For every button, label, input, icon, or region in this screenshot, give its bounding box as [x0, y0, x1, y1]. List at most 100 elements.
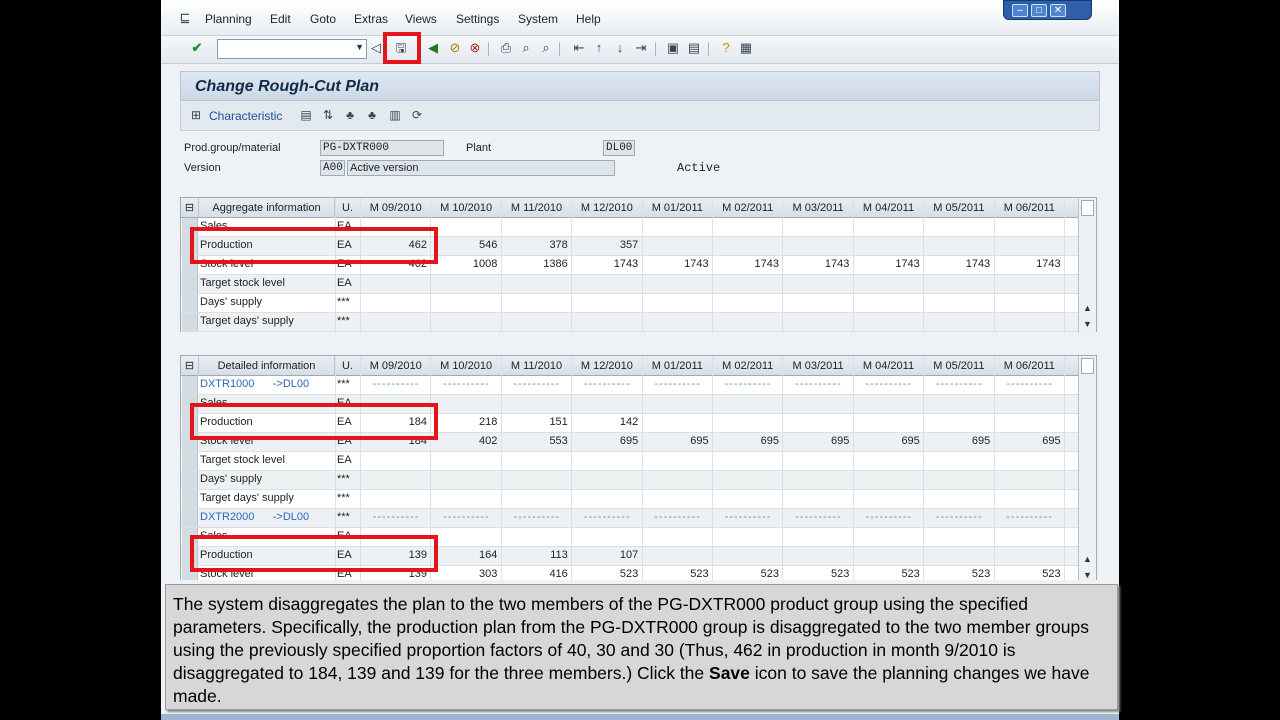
row-selector[interactable] — [182, 294, 198, 312]
value-cell[interactable]: 523 — [924, 568, 990, 580]
month-header[interactable]: M 06/2011 — [995, 198, 1065, 218]
value-cell[interactable]: 695 — [995, 435, 1060, 447]
month-header[interactable]: M 10/2010 — [431, 356, 502, 376]
scrollbar-thumb[interactable] — [1081, 200, 1094, 216]
value-cell[interactable]: 1743 — [783, 258, 849, 270]
characteristic-button[interactable]: Characteristic — [209, 109, 282, 123]
vertical-scrollbar[interactable]: ▲ ▼ — [1078, 198, 1096, 333]
back-icon[interactable]: ◀ — [425, 40, 441, 56]
value-cell[interactable]: 523 — [713, 568, 779, 580]
shortcut-icon[interactable]: ▤ — [686, 40, 702, 56]
value-cell[interactable]: 695 — [643, 435, 708, 447]
value-cell[interactable]: 113 — [502, 549, 568, 561]
month-header[interactable]: M 04/2011 — [854, 356, 925, 376]
detail-icon[interactable]: ▤ — [299, 108, 313, 122]
grid-settings-icon[interactable]: ⊟ — [181, 356, 199, 376]
value-cell[interactable]: 1743 — [854, 258, 919, 270]
scroll-down-icon[interactable]: ▼ — [1082, 570, 1093, 580]
menu-planning[interactable]: Planning — [205, 12, 252, 26]
last-page-icon[interactable]: ⇥ — [633, 40, 649, 56]
value-cell[interactable]: 1743 — [995, 258, 1060, 270]
value-cell[interactable]: 416 — [502, 568, 567, 580]
help-icon[interactable]: ? — [718, 40, 734, 56]
maximize-icon[interactable]: □ — [1031, 4, 1047, 17]
value-cell[interactable]: 218 — [431, 416, 497, 428]
save-layout-icon[interactable]: ▥ — [388, 108, 402, 122]
first-page-icon[interactable]: ⇤ — [571, 40, 587, 56]
print-icon[interactable]: ⎙ — [498, 40, 514, 56]
month-header[interactable]: M 02/2011 — [713, 198, 784, 218]
value-cell[interactable]: 695 — [783, 435, 849, 447]
month-header[interactable]: M 01/2011 — [643, 356, 713, 376]
menu-goto[interactable]: Goto — [310, 12, 336, 26]
collapse-icon[interactable]: ◁ — [371, 40, 381, 56]
value-cell[interactable]: 164 — [431, 549, 497, 561]
month-header[interactable]: M 01/2011 — [643, 198, 713, 218]
month-header[interactable]: M 03/2011 — [783, 356, 854, 376]
member-link[interactable]: DXTR1000 ->DL00 — [200, 378, 309, 390]
vertical-scrollbar[interactable]: ▲ ▼ — [1078, 356, 1096, 584]
value-cell[interactable]: 402 — [431, 435, 497, 447]
value-cell[interactable]: 523 — [643, 568, 708, 580]
hierarchy-expand-icon[interactable]: ♣ — [365, 108, 379, 122]
scroll-up-icon[interactable]: ▲ — [1082, 303, 1093, 313]
month-header[interactable]: M 05/2011 — [924, 356, 995, 376]
value-cell[interactable]: 523 — [995, 568, 1060, 580]
menu-system[interactable]: System — [518, 12, 558, 26]
value-cell[interactable]: 1008 — [431, 258, 497, 270]
minimize-icon[interactable]: – — [1012, 4, 1028, 17]
member-link[interactable]: DXTR2000 ->DL00 — [200, 511, 309, 523]
value-cell[interactable]: 151 — [502, 416, 567, 428]
refresh-icon[interactable]: ⟳ — [410, 108, 424, 122]
enter-icon[interactable]: ✔ — [189, 40, 205, 56]
value-cell[interactable]: 1743 — [713, 258, 779, 270]
month-header[interactable]: M 09/2010 — [361, 198, 432, 218]
value-cell[interactable]: 1743 — [924, 258, 990, 270]
menu-views[interactable]: Views — [405, 12, 437, 26]
value-cell[interactable]: 695 — [572, 435, 638, 447]
month-header[interactable]: M 03/2011 — [783, 198, 854, 218]
menu-settings[interactable]: Settings — [456, 12, 499, 26]
month-header[interactable]: M 10/2010 — [431, 198, 502, 218]
value-cell[interactable]: 523 — [783, 568, 849, 580]
new-session-icon[interactable]: ▣ — [665, 40, 681, 56]
find-next-icon[interactable]: ⌕ — [538, 40, 554, 56]
scrollbar-thumb[interactable] — [1081, 358, 1094, 374]
value-cell[interactable]: 107 — [572, 549, 638, 561]
value-cell[interactable]: 523 — [854, 568, 919, 580]
month-header[interactable]: M 06/2011 — [995, 356, 1065, 376]
sort-icon[interactable]: ⇅ — [321, 108, 335, 122]
layout-icon[interactable]: ▦ — [738, 40, 754, 56]
cancel-icon[interactable]: ⊗ — [467, 40, 483, 56]
find-icon[interactable]: ⌕ — [518, 40, 534, 56]
month-header[interactable]: M 02/2011 — [713, 356, 784, 376]
hierarchy-icon[interactable]: ♣ — [343, 108, 357, 122]
month-header[interactable]: M 04/2011 — [854, 198, 925, 218]
value-cell[interactable]: 357 — [572, 239, 638, 251]
scroll-up-icon[interactable]: ▲ — [1082, 554, 1093, 564]
value-cell[interactable]: 1386 — [502, 258, 567, 270]
value-cell[interactable]: 303 — [431, 568, 497, 580]
row-selector[interactable] — [182, 509, 198, 527]
value-cell[interactable]: 695 — [713, 435, 779, 447]
value-cell[interactable]: 523 — [572, 568, 638, 580]
month-header[interactable]: M 09/2010 — [361, 356, 432, 376]
value-cell[interactable]: 695 — [924, 435, 990, 447]
prod-group-field[interactable]: PG-DXTR000 — [320, 140, 444, 156]
month-header[interactable]: M 12/2010 — [572, 198, 643, 218]
value-cell[interactable]: 378 — [502, 239, 567, 251]
menu-extras[interactable]: Extras — [354, 12, 388, 26]
value-cell[interactable]: 546 — [431, 239, 497, 251]
menu-icon[interactable]: ⊑ — [177, 10, 193, 26]
grid-settings-icon[interactable]: ⊟ — [181, 198, 199, 218]
value-cell[interactable]: 1743 — [643, 258, 708, 270]
next-page-icon[interactable]: ↓ — [612, 40, 628, 56]
row-selector[interactable] — [182, 452, 198, 470]
row-selector[interactable] — [182, 471, 198, 489]
row-selector[interactable] — [182, 275, 198, 293]
row-selector[interactable] — [182, 313, 198, 331]
chevron-down-icon[interactable]: ▼ — [355, 42, 364, 52]
row-selector[interactable] — [182, 376, 198, 394]
value-cell[interactable]: 1743 — [572, 258, 638, 270]
characteristic-icon[interactable]: ⊞ — [189, 108, 203, 122]
